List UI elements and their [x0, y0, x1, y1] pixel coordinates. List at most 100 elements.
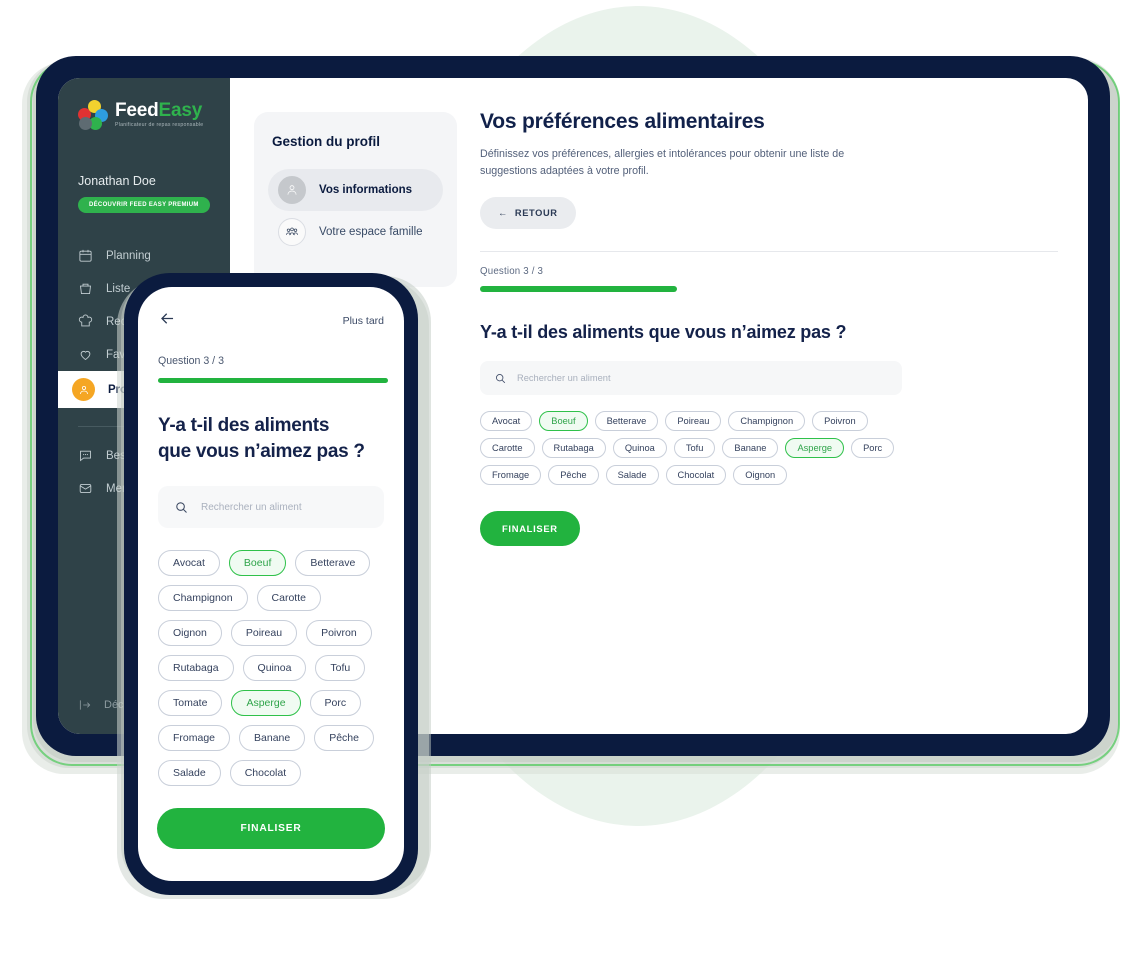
profile-item-label: Vos informations: [319, 184, 413, 196]
chat-icon: [78, 448, 93, 463]
phone-question-line2-suffix: ?: [348, 440, 365, 462]
mail-icon: [78, 481, 93, 496]
question-emphasis: vous n’aimez pas: [684, 322, 831, 343]
phone-finalize-button[interactable]: FINALISER: [157, 808, 385, 849]
logo-text-easy: Easy: [158, 100, 203, 122]
food-tag[interactable]: Salade: [605, 465, 659, 486]
progress-bar: [480, 286, 900, 293]
phone-food-tag[interactable]: Tofu: [315, 655, 366, 682]
food-tag[interactable]: Avocat: [480, 411, 533, 432]
phone-progress-bar: [158, 378, 388, 383]
food-tag[interactable]: Boeuf: [539, 411, 588, 432]
logo-tagline: Planificateur de repas responsable: [115, 122, 204, 129]
arrow-left-icon: ←: [498, 208, 508, 219]
food-tag-list: Avocat Boeuf Betterave Poireau Champignon Poi…: [480, 411, 910, 486]
section-divider: [480, 251, 1058, 253]
question-prefix: Y-a t-il des aliments que: [480, 322, 685, 343]
food-tag[interactable]: Poivron: [812, 411, 868, 432]
logout-icon: [79, 700, 91, 710]
phone-food-tag[interactable]: Poivron: [306, 620, 372, 647]
logo-text-feed: Feed: [115, 100, 159, 122]
phone-food-tag[interactable]: Carotte: [256, 585, 321, 612]
phone-food-tag[interactable]: Betterave: [295, 550, 371, 577]
profile-panel-title: Gestion du profil: [272, 134, 380, 149]
phone-progress-bar-fill: [158, 378, 388, 383]
food-tag[interactable]: Banane: [722, 438, 779, 459]
phone-food-tag[interactable]: Porc: [309, 690, 362, 717]
progress-bar-fill: [480, 286, 678, 293]
search-icon: [496, 373, 506, 383]
phone-food-tag[interactable]: Boeuf: [228, 550, 287, 577]
food-tag[interactable]: Porc: [851, 438, 895, 459]
search-input[interactable]: Rechercher un aliment: [480, 361, 902, 396]
finalize-button[interactable]: FINALISER: [480, 511, 580, 547]
sidebar-item-label: Liste: [106, 282, 131, 295]
page-title: Vos préférences alimentaires: [480, 110, 765, 133]
food-tag[interactable]: Carotte: [480, 438, 535, 459]
phone-later-button[interactable]: Plus tard: [343, 315, 384, 327]
question-suffix: ?: [830, 322, 847, 343]
food-tag[interactable]: Rutabaga: [541, 438, 606, 459]
calendar-icon: [78, 248, 93, 263]
phone-food-tag[interactable]: Chocolat: [229, 760, 302, 787]
profile-card: Gestion du profil Vos informations Votre…: [254, 112, 457, 287]
phone-food-tag-list: Avocat Boeuf Betterave Champignon Carotte Oig…: [158, 550, 384, 787]
page-description: Définissez vos préférences, allergies et…: [480, 148, 845, 177]
phone-food-tag[interactable]: Pêche: [314, 725, 374, 752]
basket-icon: [78, 281, 93, 296]
phone-food-tag[interactable]: Champignon: [158, 585, 248, 612]
family-icon: [278, 218, 306, 246]
food-tag[interactable]: Champignon: [728, 411, 806, 432]
food-tag[interactable]: Fromage: [480, 465, 542, 486]
sidebar-item-label: Planning: [106, 249, 151, 262]
phone-question-emphasis: vous n’aimez pas: [195, 440, 349, 462]
search-placeholder: Rechercher un aliment: [517, 373, 611, 384]
phone-search-placeholder: Rechercher un aliment: [201, 501, 302, 513]
phone-header: Plus tard: [158, 309, 384, 333]
logo-petal-gray: [79, 117, 92, 130]
sidebar-user-name: Jonathan Doe: [78, 174, 156, 188]
food-tag[interactable]: Pêche: [548, 465, 599, 486]
phone-question-heading: Y-a t-il des aliments que vous n’aimez p…: [158, 413, 384, 464]
phone-food-tag[interactable]: Tomate: [158, 690, 223, 717]
arrow-left-icon: [161, 313, 174, 324]
food-tag[interactable]: Betterave: [594, 411, 659, 432]
food-tag[interactable]: Poireau: [665, 411, 722, 432]
back-button[interactable]: ← RETOUR: [480, 197, 576, 230]
phone-question-line1: Y-a t-il des aliments: [158, 415, 330, 436]
phone-food-tag[interactable]: Asperge: [231, 690, 301, 717]
phone-device-frame: Plus tard Question 3 / 3 Y-a t-il des al…: [124, 273, 418, 895]
profile-item-vos-informations[interactable]: Vos informations: [268, 169, 443, 211]
phone-food-tag[interactable]: Fromage: [158, 725, 231, 752]
phone-screen: Plus tard Question 3 / 3 Y-a t-il des al…: [138, 287, 404, 881]
chef-hat-icon: [78, 314, 93, 329]
question-heading: Y-a t-il des aliments que vous n’aimez p…: [480, 322, 1058, 343]
food-tag[interactable]: Tofu: [673, 438, 716, 459]
user-avatar-icon: [72, 378, 95, 401]
phone-food-tag[interactable]: Oignon: [158, 620, 222, 647]
profile-item-espace-famille[interactable]: Votre espace famille: [268, 211, 443, 253]
phone-food-tag[interactable]: Salade: [158, 760, 221, 787]
phone-back-button[interactable]: [158, 309, 177, 333]
food-tag[interactable]: Asperge: [785, 438, 845, 459]
back-button-label: RETOUR: [514, 208, 558, 219]
phone-food-tag[interactable]: Poireau: [230, 620, 298, 647]
main-content: Vos préférences alimentaires Définissez …: [438, 78, 1088, 734]
search-icon: [176, 502, 187, 513]
phone-food-tag[interactable]: Avocat: [158, 550, 220, 577]
question-counter: Question 3 / 3: [480, 266, 544, 278]
app-logo[interactable]: FeedEasy Planificateur de repas responsa…: [58, 100, 230, 130]
sidebar-item-planning[interactable]: Planning: [58, 239, 230, 272]
phone-search-input[interactable]: Rechercher un aliment: [158, 486, 384, 529]
screenshot-root: FeedEasy Planificateur de repas responsa…: [0, 0, 1146, 975]
phone-food-tag[interactable]: Quinoa: [242, 655, 307, 682]
profile-item-label: Votre espace famille: [319, 226, 423, 238]
phone-food-tag[interactable]: Banane: [239, 725, 306, 752]
phone-question-counter: Question 3 / 3: [158, 355, 224, 367]
food-tag[interactable]: Quinoa: [612, 438, 667, 459]
food-tag[interactable]: Oignon: [733, 465, 788, 486]
heart-icon: [78, 347, 93, 362]
premium-badge[interactable]: DÉCOUVRIR FEED EASY PREMIUM: [78, 197, 210, 213]
food-tag[interactable]: Chocolat: [665, 465, 727, 486]
phone-food-tag[interactable]: Rutabaga: [158, 655, 234, 682]
